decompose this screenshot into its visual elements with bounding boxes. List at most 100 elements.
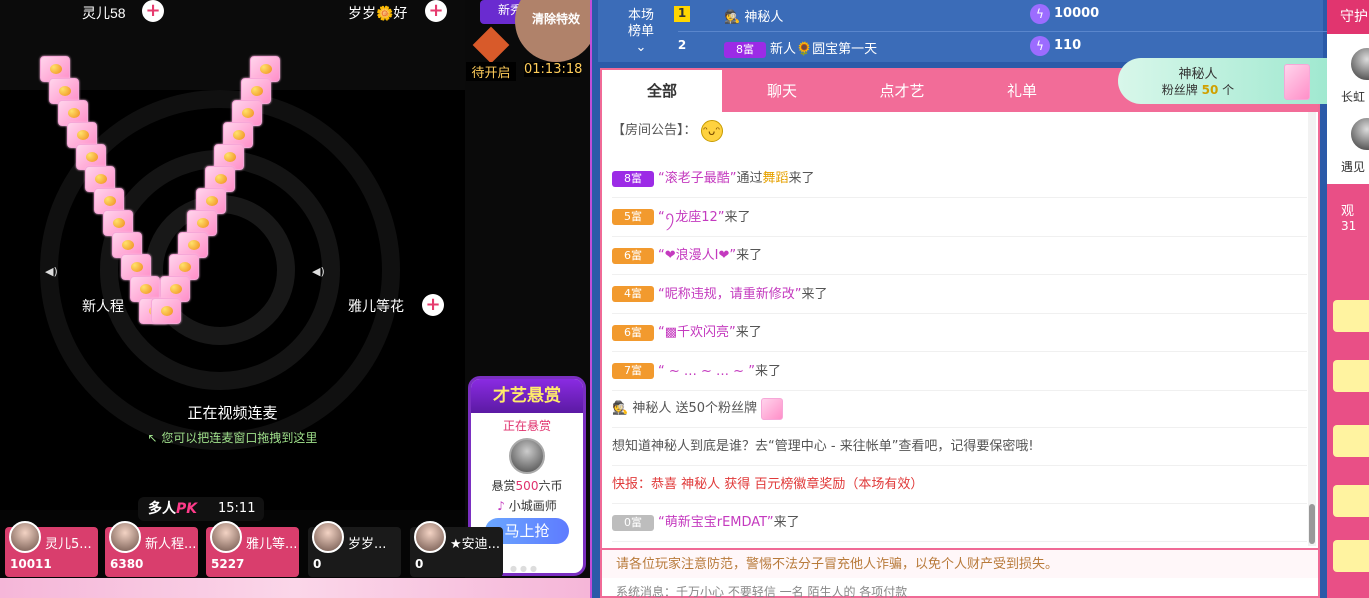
message-tail: 来了 (773, 515, 800, 530)
follow-seat-button[interactable]: + (422, 294, 444, 316)
follow-right-button[interactable]: + (425, 0, 447, 22)
rank-user-name: 新人🌻圆宝第一天 (770, 42, 878, 57)
pk-player-score: 0 (313, 557, 322, 571)
fan-badge-bubble[interactable]: 神秘人 粉丝牌 50 个 (1118, 58, 1336, 104)
pk-player-card[interactable]: 灵儿5... 10011 (5, 521, 98, 577)
viewer-item[interactable] (1333, 485, 1369, 517)
gift-message: 🕵 神秘人 送50个粉丝牌 (612, 390, 1307, 428)
list-item: 6富 “❤浪漫人I❤”来了 (612, 237, 1307, 275)
heart-gift-icon (151, 298, 181, 324)
chevron-down-icon[interactable]: ⌄ (628, 40, 654, 56)
scrollbar[interactable] (1308, 112, 1316, 546)
tab-all[interactable]: 全部 (602, 70, 722, 112)
fan-card-icon (1284, 64, 1310, 100)
pk-player-name: 岁岁... (348, 537, 387, 552)
rank-number: 1 (674, 6, 690, 22)
user-name[interactable]: “ꪆ龙座12” (658, 210, 725, 225)
pk-label: 多人PK 15:11 (138, 497, 264, 521)
lightning-icon: ϟ (1030, 4, 1050, 24)
fan-badge-icon (761, 397, 784, 420)
gift-message-text: 神秘人 送50个粉丝牌 (632, 401, 758, 416)
guard-title[interactable]: 守护 (1327, 0, 1369, 34)
rank-board: 本场 榜单 ⌄ 1 🕵 神秘人 ϟ 10000 2 8富 新人🌻圆宝第一天 ϟ 110 (598, 0, 1328, 62)
pk-timer: 15:11 (218, 501, 256, 516)
list-item: 4富 “昵称违规，请重新修改”来了 (612, 276, 1307, 314)
chat-box: 全部 聊天 点才艺 礼单 【房间公告】： ᵔᴗᵔ 8富 “滚老子最酷”通过舞蹈来了… (600, 68, 1320, 598)
guard-sidebar: 守护 长虹 遇见 观 31 (1327, 0, 1369, 598)
avatar (312, 521, 344, 553)
pk-player-card[interactable]: 新人程... 6380 (105, 521, 198, 577)
scroll-thumb[interactable] (1309, 504, 1315, 544)
rank-number: 2 (677, 38, 687, 52)
bottom-decoration (0, 578, 590, 598)
reward-prefix: 悬赏 (491, 479, 516, 493)
avatar (109, 521, 141, 553)
viewer-item[interactable] (1333, 540, 1369, 572)
list-item: 8富 “滚老子最酷”通过舞蹈来了 (612, 160, 1307, 198)
follow-left-button[interactable]: + (142, 0, 164, 22)
fan-name: 神秘人 (1178, 67, 1218, 82)
video-area: 灵儿58 + 岁岁🌼好 + ◀) ◀) ◀) 新人程 雅儿等花 + 正在视频连麦… (0, 0, 590, 598)
host-left-name: 灵儿58 (82, 5, 126, 21)
speaker-icon[interactable]: ◀) (312, 265, 325, 278)
tab-talent[interactable]: 点才艺 (842, 70, 962, 112)
pk-word: PK (176, 501, 198, 517)
rank-row[interactable]: 1 🕵 神秘人 ϟ 10000 (672, 0, 1322, 30)
bounty-avatar (509, 438, 545, 474)
user-name[interactable]: “昵称违规，请重新修改” (658, 287, 801, 302)
wealth-badge: 0富 (612, 514, 654, 531)
rank-value: 10000 (1054, 6, 1100, 21)
rank-label-line1: 本场 (628, 8, 655, 23)
live-room: 灵儿58 + 岁岁🌼好 + ◀) ◀) ◀) 新人程 雅儿等花 + 正在视频连麦… (0, 0, 1369, 598)
tab-gifts[interactable]: 礼单 (962, 70, 1082, 112)
bounty-target-text: 小城画师 (508, 499, 557, 513)
pk-label-text: 多人 (148, 501, 176, 517)
message-tail: 来了 (736, 248, 763, 263)
guard-name: 长虹 (1341, 90, 1366, 104)
reward-amount: 500 (515, 479, 539, 493)
pk-player-name: 新人程... (145, 537, 197, 552)
user-name[interactable]: “ ~ … ~ … ~ ” (658, 364, 755, 379)
user-name[interactable]: “▩千欢闪亮” (658, 325, 736, 340)
host-right-name: 岁岁🌼好 (348, 5, 408, 21)
reward-unit: 六币 (538, 479, 563, 493)
viewer-item[interactable] (1333, 425, 1369, 457)
list-item: 0富 “萌新宝宝rEMDAT”来了 (612, 504, 1307, 542)
bounty-target: ♪ 小城画师 (471, 497, 583, 514)
rank-label-line2: 榜单 (628, 24, 655, 39)
drag-hint: ↖ 您可以把连麦窗口拖拽到这里 (0, 429, 465, 446)
message-list[interactable]: 【房间公告】： ᵔᴗᵔ 8富 “滚老子最酷”通过舞蹈来了 5富 “ꪆ龙座12”来了 6富… (602, 112, 1308, 546)
viewer-item[interactable] (1333, 300, 1369, 332)
timer-label: 01:13:18 (524, 62, 583, 77)
user-name[interactable]: “滚老子最酷” (658, 171, 736, 186)
user-name[interactable]: “萌新宝宝rEMDAT” (658, 515, 774, 530)
pk-player-name: ★安迪... (450, 537, 501, 552)
lightning-icon: ϟ (1030, 36, 1050, 56)
avatar (9, 521, 41, 553)
bounty-status: 正在悬赏 (502, 419, 551, 433)
viewer-item[interactable] (1333, 360, 1369, 392)
safety-notice: 请各位玩家注意防范，警惕不法分子冒充他人诈骗，以免个人财产受到损失。 (602, 548, 1318, 578)
guard-name: 遇见 (1341, 160, 1366, 174)
wealth-badge: 8富 (612, 170, 654, 187)
tab-chat[interactable]: 聊天 (722, 70, 842, 112)
pk-player-name: 灵儿5... (45, 537, 92, 552)
wealth-badge: 4富 (612, 286, 654, 302)
carousel-dots[interactable]: ●●● (510, 564, 540, 573)
speaker-icon[interactable]: ◀) (45, 265, 58, 278)
pk-player-card[interactable]: ★安迪... 0 (410, 521, 503, 577)
pk-player-card[interactable]: 雅儿等... 5227 (206, 521, 299, 577)
wealth-badge: 8富 (724, 41, 766, 58)
fan-count-value: 50 (1201, 83, 1219, 97)
message-tail: 来了 (801, 286, 828, 302)
user-name[interactable]: “❤浪漫人I❤” (658, 248, 736, 263)
pk-player-card[interactable]: 岁岁... 0 (308, 521, 401, 577)
mystery-icon: 🕵 (612, 401, 633, 416)
pk-player-score: 6380 (110, 557, 144, 571)
note-icon: ♪ (497, 499, 505, 513)
pending-label: 待开启 (466, 62, 516, 81)
message-tail: 来了 (788, 171, 815, 186)
fan-label: 粉丝牌 (1161, 83, 1198, 97)
message-tail: 来了 (724, 209, 751, 225)
rank-user: 🕵 神秘人 (724, 6, 783, 25)
